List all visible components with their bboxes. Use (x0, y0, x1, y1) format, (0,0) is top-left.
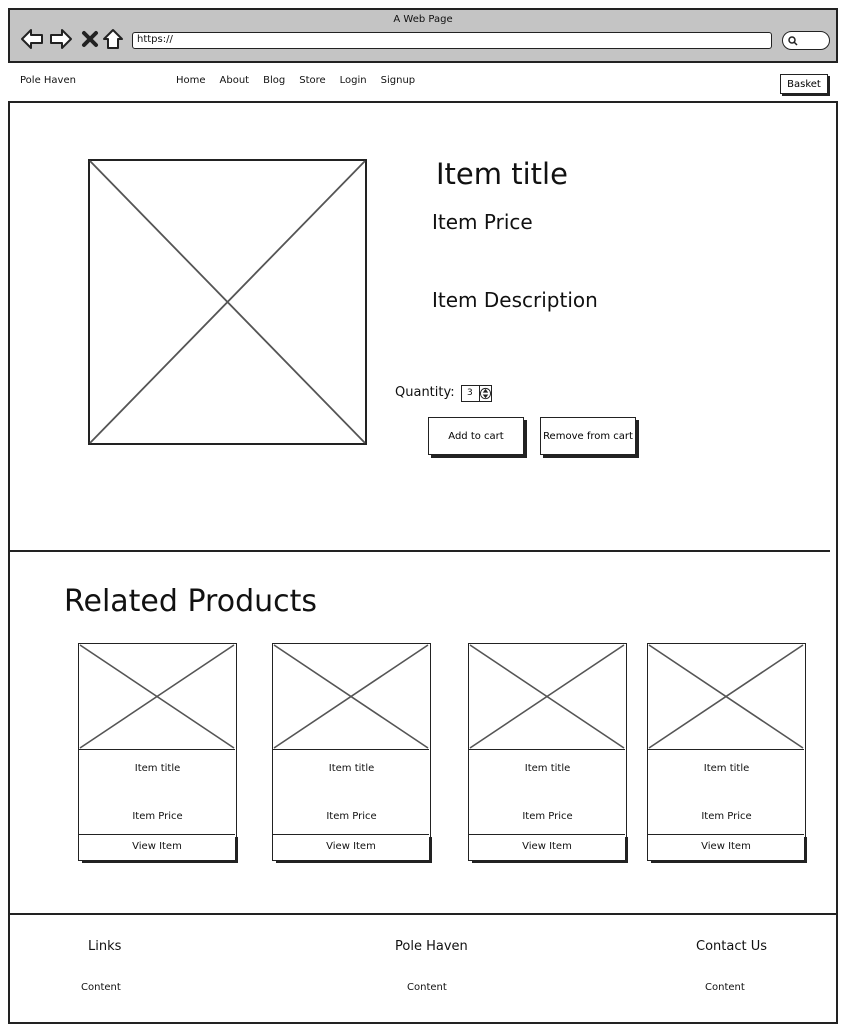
stepper-arrows-icon[interactable] (479, 386, 491, 401)
footer-content: Content (705, 982, 745, 993)
footer-heading-brand: Pole Haven (395, 939, 468, 954)
card-price: Item Price (522, 811, 573, 822)
card-title: Item title (134, 763, 181, 774)
view-item-button[interactable]: View Item (79, 834, 235, 860)
product-card: Item title Item Price View Item (468, 643, 627, 861)
card-title: Item title (703, 763, 750, 774)
related-products-heading: Related Products (64, 584, 318, 619)
nav-link-signup[interactable]: Signup (381, 75, 416, 86)
basket-button[interactable]: Basket (780, 74, 828, 94)
product-image-placeholder (88, 159, 367, 445)
footer-content: Content (81, 982, 121, 993)
url-bar[interactable]: https:// (132, 32, 772, 49)
nav-link-about[interactable]: About (220, 75, 250, 86)
add-to-cart-button[interactable]: Add to cart (428, 417, 524, 455)
product-card: Item title Item Price View Item (272, 643, 431, 861)
view-item-button[interactable]: View Item (648, 834, 804, 860)
view-item-button[interactable]: View Item (273, 834, 429, 860)
nav-links: Home About Blog Store Login Signup (176, 75, 415, 86)
card-price: Item Price (701, 811, 752, 822)
back-arrow-icon[interactable] (20, 27, 44, 51)
nav-link-login[interactable]: Login (340, 75, 367, 86)
top-nav: Pole Haven Home About Blog Store Login S… (8, 63, 838, 103)
forward-arrow-icon[interactable] (49, 27, 73, 51)
footer: Links Content Pole Haven Content Contact… (8, 913, 838, 1024)
home-icon[interactable] (101, 27, 125, 51)
card-image-placeholder (648, 644, 804, 750)
card-price: Item Price (326, 811, 377, 822)
product-card: Item title Item Price View Item (78, 643, 237, 861)
card-image-placeholder (79, 644, 235, 750)
footer-content: Content (407, 982, 447, 993)
browser-chrome: A Web Page https:// (8, 8, 838, 63)
brand-name[interactable]: Pole Haven (20, 75, 76, 86)
remove-from-cart-button[interactable]: Remove from cart (540, 417, 636, 455)
card-image-placeholder (469, 644, 625, 750)
item-description: Item Description (432, 288, 598, 312)
view-item-button[interactable]: View Item (469, 834, 625, 860)
product-card: Item title Item Price View Item (647, 643, 806, 861)
window-title: A Web Page (393, 14, 453, 25)
card-image-placeholder (273, 644, 429, 750)
quantity-stepper[interactable]: 3 (461, 385, 492, 402)
nav-link-store[interactable]: Store (299, 75, 325, 86)
quantity-label: Quantity: (395, 385, 455, 400)
item-price: Item Price (432, 210, 533, 234)
quantity-value: 3 (467, 388, 473, 398)
card-price: Item Price (132, 811, 183, 822)
nav-link-blog[interactable]: Blog (263, 75, 285, 86)
footer-heading-links: Links (88, 939, 122, 954)
browser-search-field[interactable] (782, 31, 830, 50)
section-divider (10, 550, 830, 552)
nav-link-home[interactable]: Home (176, 75, 206, 86)
card-title: Item title (328, 763, 375, 774)
item-title: Item title (436, 157, 568, 191)
card-title: Item title (524, 763, 571, 774)
close-icon[interactable] (78, 27, 102, 51)
footer-heading-contact: Contact Us (696, 939, 767, 954)
search-icon (788, 36, 798, 46)
